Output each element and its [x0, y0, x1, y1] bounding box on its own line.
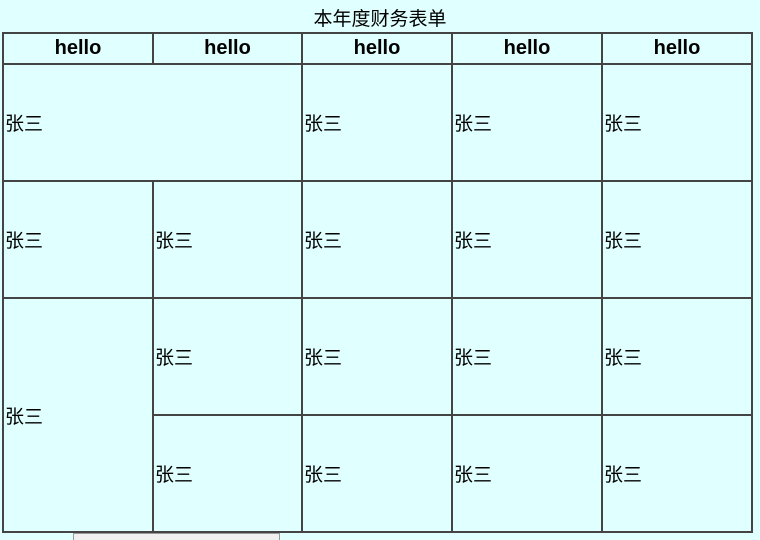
table-cell: 张三: [451, 414, 603, 533]
partial-input-field[interactable]: [73, 533, 280, 540]
table-cell: 张三: [2, 180, 154, 299]
table-cell: 张三: [451, 63, 603, 182]
table-cell: 张三: [451, 180, 603, 299]
header-cell: hello: [152, 32, 303, 65]
table-cell: 张三: [451, 297, 603, 416]
table-cell: 张三: [301, 63, 453, 182]
table-row: 张三 张三 张三 张三 张三: [2, 297, 753, 533]
table-caption: 本年度财务表单: [313, 8, 447, 30]
header-cell: hello: [601, 32, 753, 65]
header-cell: hello: [301, 32, 453, 65]
table-cell: 张三: [601, 297, 753, 416]
header-cell: hello: [2, 32, 154, 65]
header-cell: hello: [451, 32, 603, 65]
table-cell: 张三: [301, 414, 453, 533]
table-cell: 张三: [152, 297, 303, 416]
table-row: 张三 张三 张三 张三: [2, 63, 753, 182]
table-cell: 张三: [301, 297, 453, 416]
table-cell: 张三: [601, 180, 753, 299]
table-cell: 张三: [301, 180, 453, 299]
header-row: hello hello hello hello hello: [2, 32, 753, 65]
table-cell: 张三: [2, 63, 303, 182]
table-cell: 张三: [152, 180, 303, 299]
table-cell: 张三: [2, 297, 154, 533]
table-cell: 张三: [601, 63, 753, 182]
finance-table: hello hello hello hello hello 张三 张三 张三 张…: [2, 32, 753, 533]
table-row: 张三 张三 张三 张三 张三: [2, 180, 753, 299]
table-cell: 张三: [601, 414, 753, 533]
table-cell: 张三: [152, 414, 303, 533]
